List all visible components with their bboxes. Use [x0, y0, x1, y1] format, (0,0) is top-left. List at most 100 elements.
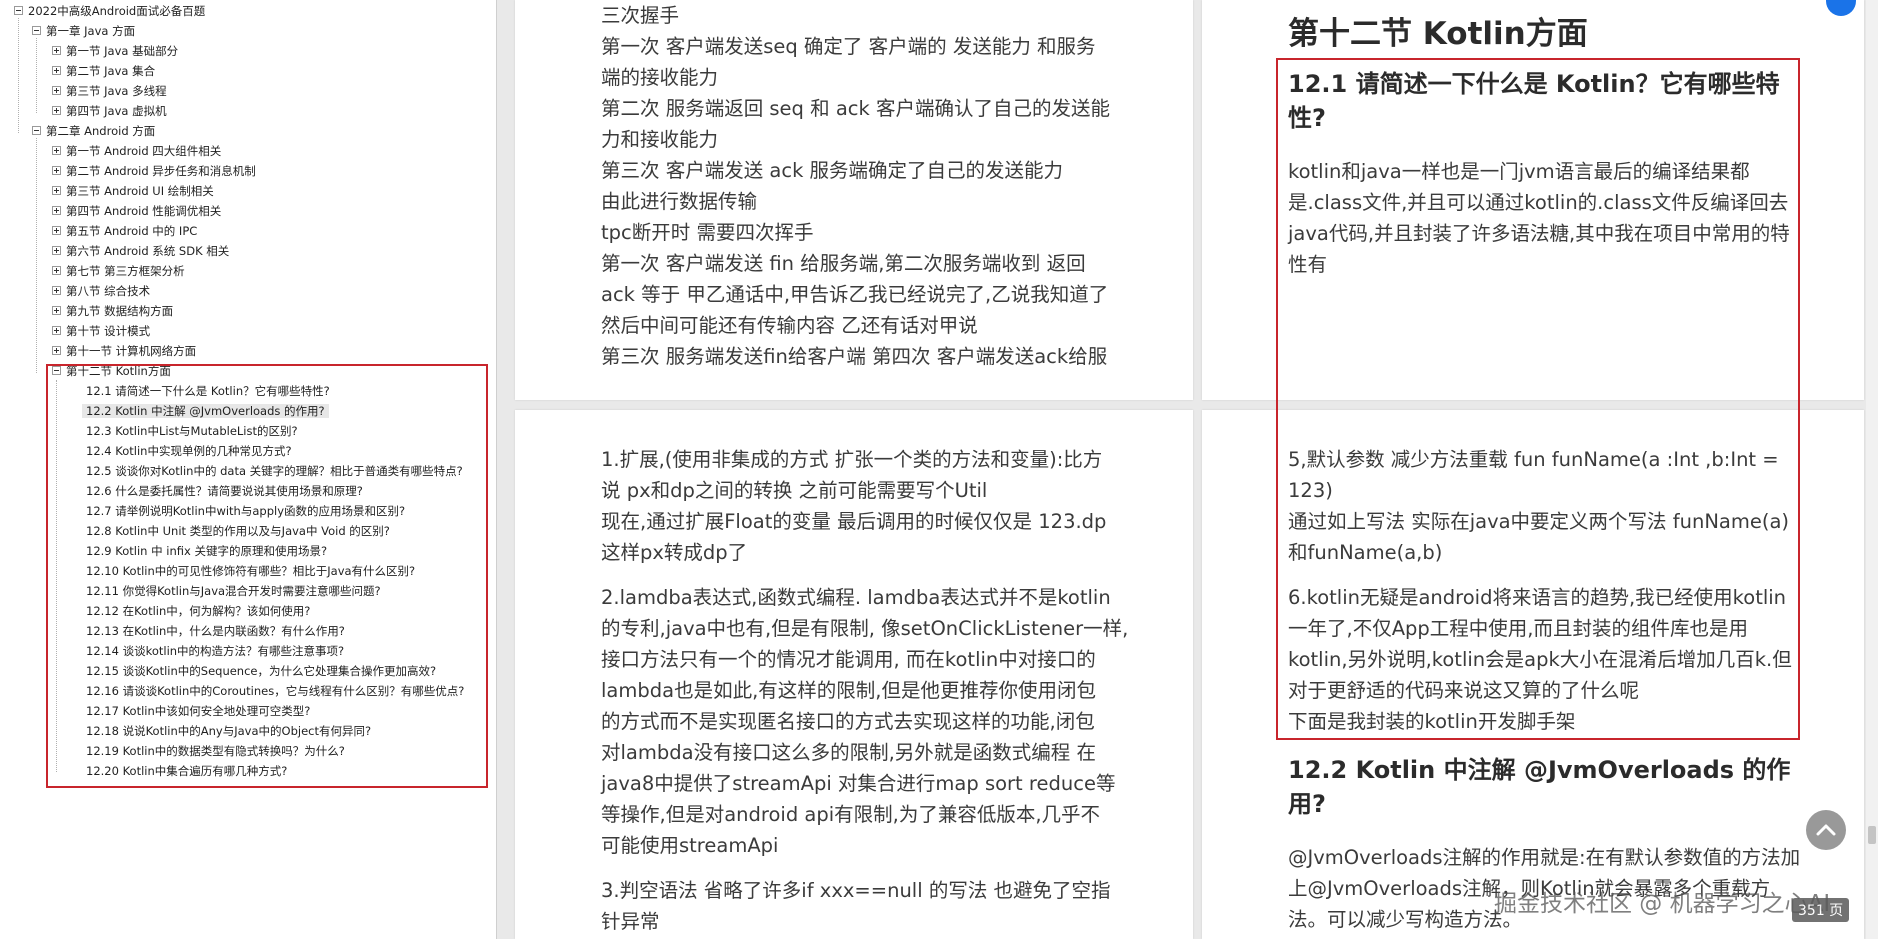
tree-item[interactable]: 12.7 请举例说明Kotlin中with与apply函数的应用场景和区别? — [86, 502, 405, 521]
outline-panel: 2022中高级Android面试必备百题 第一章 Java 方面 第一节 Jav… — [0, 0, 497, 939]
text-line: 说 px和dp之间的转换 之前可能需要写个Util — [601, 479, 988, 502]
tree-item[interactable]: 12.6 什么是委托属性？请简要说说其使用场景和原理? — [86, 482, 363, 501]
tree-section[interactable]: 第六节 Android 系统 SDK 相关 — [52, 242, 229, 261]
expand-toggle-icon[interactable] — [52, 206, 61, 215]
expand-toggle-icon[interactable] — [52, 46, 61, 55]
tree-section[interactable]: 第七节 第三方框架分析 — [52, 262, 185, 281]
tree-item[interactable]: 12.16 请谈谈Kotlin中的Coroutines，它与线程有什么区别？有哪… — [86, 682, 464, 701]
expand-toggle-icon[interactable] — [52, 326, 61, 335]
expand-toggle-icon[interactable] — [52, 66, 61, 75]
page-card-bottom-left: 1.扩展,(使用非集成的方式 扩张一个类的方法和变量):比方 说 px和dp之间… — [515, 410, 1193, 939]
tree-section[interactable]: 第三节 Java 多线程 — [52, 82, 167, 101]
expand-toggle-icon[interactable] — [52, 246, 61, 255]
tree-item[interactable]: 12.18 说说Kotlin中的Any与Java中的Object有何异同? — [86, 722, 371, 741]
tree-item[interactable]: 12.13 在Kotlin中，什么是内联函数？有什么作用? — [86, 622, 345, 641]
expand-toggle-icon[interactable] — [52, 86, 61, 95]
tree-section[interactable]: 第九节 数据结构方面 — [52, 302, 173, 321]
text-line: 端的接收能力 — [601, 66, 719, 89]
question-title: 性? — [1288, 104, 1326, 132]
tree-chapter-2[interactable]: 第二章 Android 方面 — [32, 122, 155, 141]
expand-toggle-icon[interactable] — [52, 346, 61, 355]
text-line: 然后中间可能还有传输内容 乙还有话对甲说 — [601, 314, 978, 337]
tree-item[interactable]: 12.4 Kotlin中实现单例的几种常见方式? — [86, 442, 292, 461]
scrollbar-thumb[interactable] — [1868, 826, 1876, 844]
tree-item[interactable]: 12.17 Kotlin中该如何安全地处理可空类型? — [86, 702, 310, 721]
tree-item[interactable]: 12.1 请简述一下什么是 Kotlin？它有哪些特性? — [86, 382, 330, 401]
text-line: 性有 — [1288, 253, 1328, 276]
collapse-toggle-icon[interactable] — [32, 26, 41, 35]
text-line: tpc断开时 需要四次挥手 — [601, 221, 814, 244]
tree-item[interactable]: 12.15 谈谈Kotlin中的Sequence，为什么它处理集合操作更加高效? — [86, 662, 436, 681]
text-line: 第三次 客户端发送 ack 服务端确定了自己的发送能力 — [601, 159, 1064, 182]
text-line: 的专利,java中也有,但是有限制, 像setOnClickListener一样… — [601, 617, 1129, 640]
tree-item[interactable]: 12.3 Kotlin中List与MutableList的区别? — [86, 422, 298, 441]
text-line: 的方式而不是实现匿名接口的方式去实现这样的功能,闭包 — [601, 710, 1095, 733]
tree-section[interactable]: 第二节 Android 异步任务和消息机制 — [52, 162, 256, 181]
tree-guide-line — [18, 18, 19, 133]
text-line: 3.判空语法 省略了许多if xxx==null 的写法 也避免了空指 — [601, 879, 1111, 902]
expand-toggle-icon[interactable] — [52, 106, 61, 115]
expand-toggle-icon[interactable] — [52, 186, 61, 195]
collapse-toggle-icon[interactable] — [32, 126, 41, 135]
text-line: 下面是我封装的kotlin开发脚手架 — [1288, 710, 1576, 733]
tree-item[interactable]: 12.12 在Kotlin中，何为解构？该如何使用? — [86, 602, 310, 621]
tree-item[interactable]: 12.9 Kotlin 中 infix 关键字的原理和使用场景? — [86, 542, 327, 561]
tree-section[interactable]: 第三节 Android UI 绘制相关 — [52, 182, 214, 201]
tree-item[interactable]: 12.14 谈谈kotlin中的构造方法？有哪些注意事项? — [86, 642, 344, 661]
back-to-top-button[interactable] — [1806, 810, 1846, 850]
collapse-toggle-icon[interactable] — [14, 6, 23, 15]
paragraph: 3.判空语法 省略了许多if xxx==null 的写法 也避免了空指 针异常 — [601, 875, 1111, 937]
text-line: 等操作,但是对android api有限制,为了兼容低版本,几乎不 — [601, 803, 1101, 826]
text-line: 这样px转成dp了 — [601, 541, 748, 564]
expand-toggle-icon[interactable] — [52, 166, 61, 175]
text-line: kotlin,另外说明,kotlin会是apk大小在混淆后增加几百k.但 — [1288, 648, 1792, 671]
text-line: 对lambda没有接口这么多的限制,另外就是函数式编程 在 — [601, 741, 1096, 764]
expand-toggle-icon[interactable] — [52, 226, 61, 235]
expand-toggle-icon[interactable] — [52, 146, 61, 155]
text-line: lambda也是如此,有这样的限制,但是他更推荐你使用闭包 — [601, 679, 1096, 702]
tree-item[interactable]: 12.5 谈谈你对Kotlin中的 data 关键字的理解？相比于普通类有哪些特… — [86, 462, 463, 481]
text-line: 对于更舒适的代码来说这又算的了什么呢 — [1288, 679, 1640, 702]
tree-item[interactable]: 12.8 Kotlin中 Unit 类型的作用以及与Java中 Void 的区别… — [86, 522, 390, 541]
tree-section[interactable]: 第八节 综合技术 — [52, 282, 150, 301]
question-title: 用? — [1288, 790, 1326, 818]
paragraph: kotlin和java一样也是一门jvm语言最后的编译结果都 是.class文件… — [1288, 156, 1790, 280]
scrollbar[interactable] — [1866, 0, 1878, 939]
paragraph: 5,默认参数 减少方法重载 fun funName(a :Int ,b:Int … — [1288, 444, 1789, 568]
watermark: 掘金技术社区 @ 机器学习之心AI — [1494, 891, 1831, 917]
text-line: kotlin和java一样也是一门jvm语言最后的编译结果都 — [1288, 160, 1750, 183]
tree-guide-line — [36, 38, 37, 113]
tree-section[interactable]: 第五节 Android 中的 IPC — [52, 222, 197, 241]
tree-section[interactable]: 第二节 Java 集合 — [52, 62, 155, 81]
tree-section[interactable]: 第四节 Java 虚拟机 — [52, 102, 167, 121]
tree-section[interactable]: 第一节 Android 四大组件相关 — [52, 142, 221, 161]
page-card-top-right: 第十二节 Kotlin方面 12.1 请简述一下什么是 Kotlin？它有哪些特… — [1202, 0, 1864, 400]
expand-toggle-icon[interactable] — [52, 306, 61, 315]
text-line: ack 等于 甲乙通话中,甲告诉乙我已经说完了,乙说我知道了 — [601, 283, 1109, 306]
tree-section[interactable]: 第四节 Android 性能调优相关 — [52, 202, 221, 221]
tree-item-selected[interactable]: 12.2 Kotlin 中注解 @JvmOverloads 的作用? — [82, 402, 329, 421]
expand-toggle-icon[interactable] — [52, 286, 61, 295]
tree-section[interactable]: 第一节 Java 基础部分 — [52, 42, 178, 61]
expand-toggle-icon[interactable] — [52, 266, 61, 275]
tree-item[interactable]: 12.19 Kotlin中的数据类型有隐式转换吗？为什么? — [86, 742, 345, 761]
tree-item[interactable]: 12.10 Kotlin中的可见性修饰符有哪些？相比于Java有什么区别? — [86, 562, 415, 581]
text-line: 通过如上写法 实际在java中要定义两个写法 funName(a) — [1288, 510, 1790, 533]
text-line: 第一次 客户端发送 fin 给服务端,第二次服务端收到 返回 — [601, 252, 1086, 275]
collapse-toggle-icon[interactable] — [52, 366, 61, 375]
tree-section-kotlin[interactable]: 第十二节 Kotlin方面 — [52, 362, 171, 381]
page-card-bottom-right: 5,默认参数 减少方法重载 fun funName(a :Int ,b:Int … — [1202, 410, 1864, 939]
tree-root[interactable]: 2022中高级Android面试必备百题 — [14, 2, 205, 21]
page-count-badge: 351 页 — [1792, 898, 1850, 922]
text-line: 6.kotlin无疑是android将来语言的趋势,我已经使用kotlin — [1288, 586, 1787, 609]
tree-guide-line — [36, 138, 37, 373]
page-card-top-left: 三次握手 第一次 客户端发送seq 确定了 客户端的 发送能力 和服务 端的接收… — [515, 0, 1193, 400]
text-line: 是.class文件,并且可以通过kotlin的.class文件反编译回去 — [1288, 191, 1789, 214]
tree-chapter-1[interactable]: 第一章 Java 方面 — [32, 22, 135, 41]
tree-section[interactable]: 第十节 设计模式 — [52, 322, 150, 341]
tree-item[interactable]: 12.20 Kotlin中集合遍历有哪几种方式? — [86, 762, 287, 781]
tree-section[interactable]: 第十一节 计算机网络方面 — [52, 342, 196, 361]
tree-item[interactable]: 12.11 你觉得Kotlin与Java混合开发时需要注意哪些问题? — [86, 582, 381, 601]
chevron-up-icon — [1816, 824, 1836, 836]
question-title: 12.1 请简述一下什么是 Kotlin？它有哪些特 — [1288, 70, 1780, 98]
